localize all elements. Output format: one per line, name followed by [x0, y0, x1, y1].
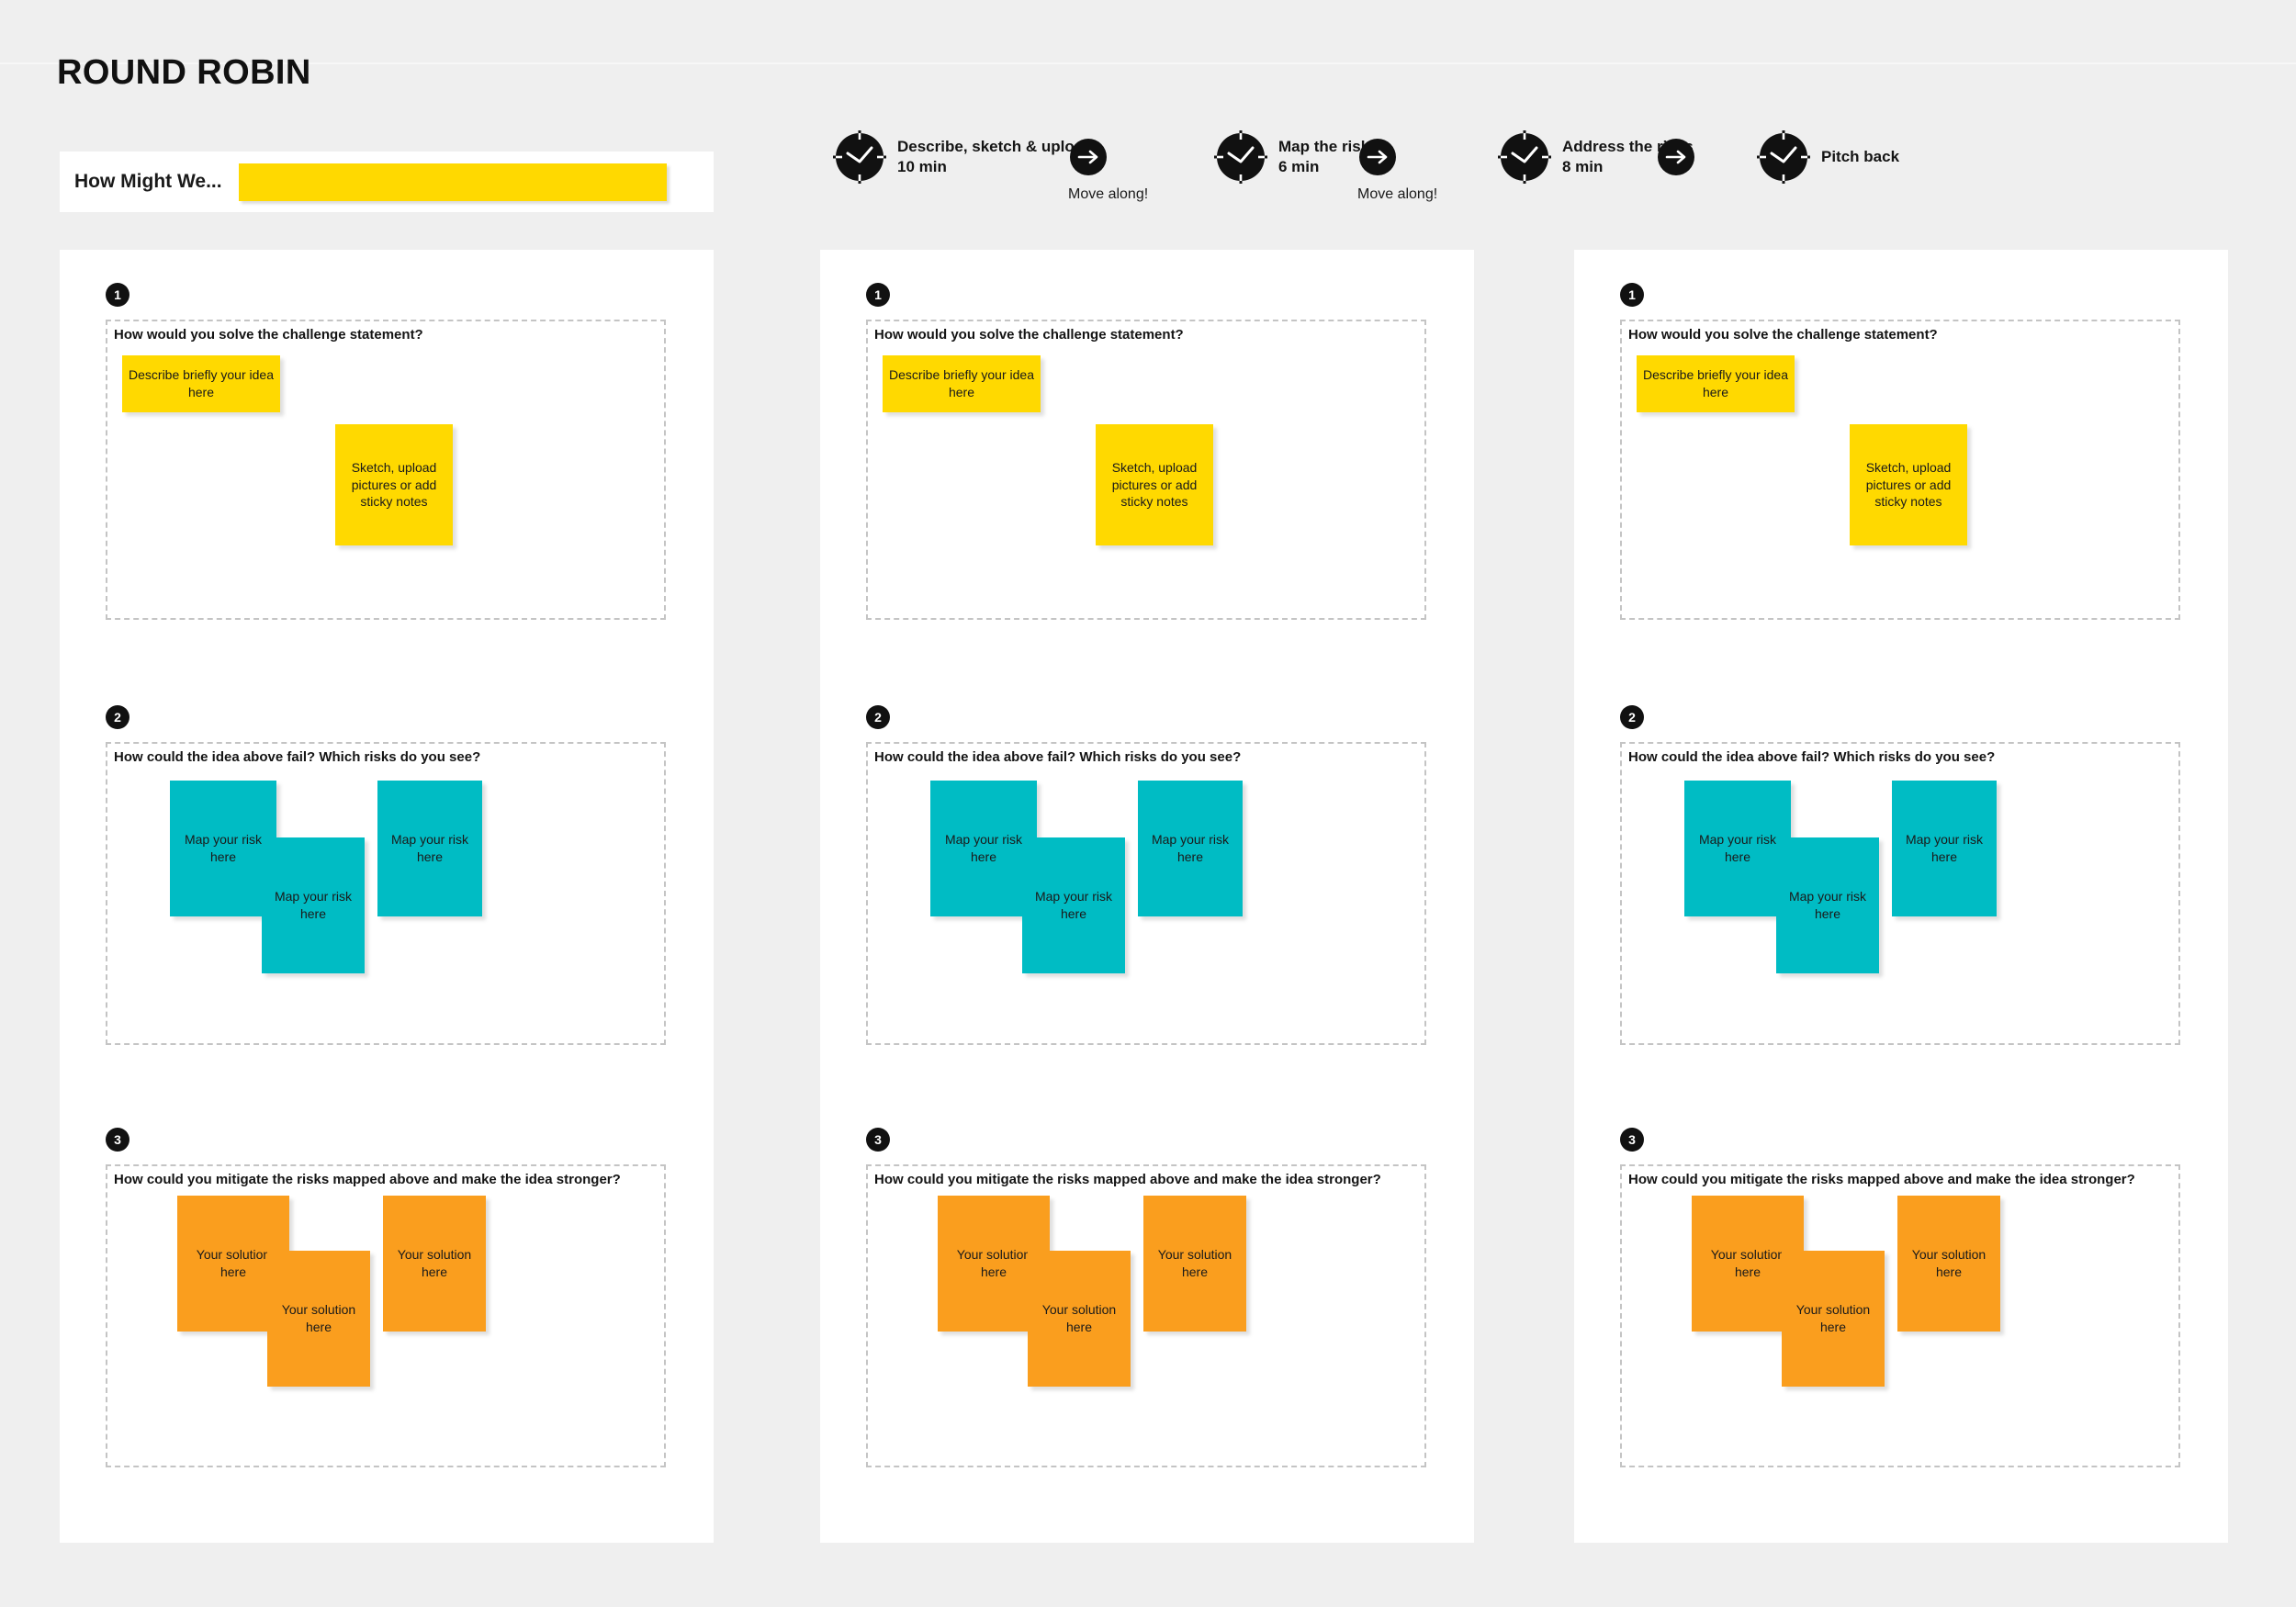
timeline: Describe, sketch & upload 10 min Move al… [831, 129, 1915, 230]
section-prompt: How would you solve the challenge statem… [111, 327, 426, 343]
sticky-note[interactable]: Map your risk here [170, 781, 276, 916]
sticky-note[interactable]: Map your risk here [1022, 837, 1125, 973]
section-prompt: How could you mitigate the risks mapped … [1626, 1172, 2138, 1187]
timeline-arrow-1-caption: Move along! [1068, 186, 1149, 202]
participant-column-3: 1 How would you solve the challenge stat… [1574, 250, 2228, 1543]
sticky-note[interactable]: Map your risk here [377, 781, 482, 916]
section-prompt: How could you mitigate the risks mapped … [872, 1172, 1384, 1187]
sticky-note[interactable]: Map your risk here [1892, 781, 1997, 916]
sticky-note[interactable]: Map your risk here [930, 781, 1037, 916]
arrow-right-icon [1656, 137, 1696, 177]
participant-column-2: 1 How would you solve the challenge stat… [820, 250, 1474, 1543]
sticky-note[interactable]: Sketch, upload pictures or add sticky no… [1096, 424, 1213, 545]
sticky-note[interactable]: Describe briefly your idea here [883, 355, 1041, 412]
sticky-note[interactable]: Your solution here [1143, 1196, 1246, 1332]
section-1: 1 How would you solve the challenge stat… [820, 250, 1474, 672]
section-number-badge: 2 [1620, 705, 1644, 729]
timeline-step-1-name: Describe, sketch & upload [897, 137, 1093, 155]
how-might-we-input[interactable] [238, 163, 667, 201]
sticky-note[interactable]: Your solution here [267, 1251, 370, 1387]
timeline-arrow-2: Move along! [1357, 137, 1437, 203]
section-number-badge: 1 [106, 283, 129, 307]
participant-column-1: 1 How would you solve the challenge stat… [60, 250, 714, 1543]
timeline-arrow-1: Move along! [1068, 137, 1148, 203]
section-1: 1 How would you solve the challenge stat… [1574, 250, 2228, 672]
timeline-arrow-2-caption: Move along! [1357, 186, 1438, 202]
timeline-step-4-name: Pitch back [1821, 147, 1900, 165]
sticky-note[interactable]: Map your risk here [1138, 781, 1243, 916]
sticky-note[interactable]: Your solution here [1782, 1251, 1885, 1387]
sticky-note[interactable]: Describe briefly your idea here [122, 355, 280, 412]
section-prompt: How would you solve the challenge statem… [1626, 327, 1941, 343]
section-prompt: How could the idea above fail? Which ris… [111, 749, 484, 765]
section-number-badge: 1 [866, 283, 890, 307]
section-prompt: How could the idea above fail? Which ris… [1626, 749, 1998, 765]
clock-icon [1212, 129, 1269, 185]
clock-icon [1755, 129, 1812, 185]
how-might-we-bar: How Might We... [60, 152, 714, 212]
sticky-note[interactable]: Map your risk here [262, 837, 365, 973]
page-title: ROUND ROBIN [57, 53, 311, 92]
sticky-note[interactable]: Map your risk here [1684, 781, 1791, 916]
top-divider [0, 62, 2296, 64]
section-3: 3 How could you mitigate the risks mappe… [820, 1095, 1474, 1526]
section-prompt: How could the idea above fail? Which ris… [872, 749, 1244, 765]
clock-icon [831, 129, 888, 185]
section-2: 2 How could the idea above fail? Which r… [1574, 672, 2228, 1095]
sticky-note[interactable]: Sketch, upload pictures or add sticky no… [1850, 424, 1967, 545]
section-3: 3 How could you mitigate the risks mappe… [1574, 1095, 2228, 1526]
clock-icon [1496, 129, 1553, 185]
timeline-arrow-3 [1656, 137, 1696, 186]
sticky-note[interactable]: Sketch, upload pictures or add sticky no… [335, 424, 453, 545]
arrow-right-icon [1357, 137, 1437, 177]
section-number-badge: 2 [866, 705, 890, 729]
sticky-note[interactable]: Describe briefly your idea here [1637, 355, 1795, 412]
sticky-note[interactable]: Your solution here [1897, 1196, 2000, 1332]
section-number-badge: 1 [1620, 283, 1644, 307]
arrow-right-icon [1068, 137, 1148, 177]
timeline-step-1: Describe, sketch & upload 10 min [831, 129, 1093, 185]
section-prompt: How could you mitigate the risks mapped … [111, 1172, 624, 1187]
section-2: 2 How could the idea above fail? Which r… [60, 672, 714, 1095]
timeline-step-4: Pitch back [1755, 129, 1899, 185]
section-number-badge: 2 [106, 705, 129, 729]
section-prompt: How would you solve the challenge statem… [872, 327, 1187, 343]
section-1: 1 How would you solve the challenge stat… [60, 250, 714, 672]
section-2: 2 How could the idea above fail? Which r… [820, 672, 1474, 1095]
section-number-badge: 3 [106, 1128, 129, 1152]
section-number-badge: 3 [1620, 1128, 1644, 1152]
timeline-step-2: Map the risks 6 min [1212, 129, 1379, 185]
section-number-badge: 3 [866, 1128, 890, 1152]
how-might-we-label: How Might We... [74, 171, 222, 192]
section-3: 3 How could you mitigate the risks mappe… [60, 1095, 714, 1526]
sticky-note[interactable]: Your solution here [1028, 1251, 1131, 1387]
sticky-note[interactable]: Your solution here [383, 1196, 486, 1332]
timeline-step-1-time: 10 min [897, 158, 947, 175]
sticky-note[interactable]: Map your risk here [1776, 837, 1879, 973]
